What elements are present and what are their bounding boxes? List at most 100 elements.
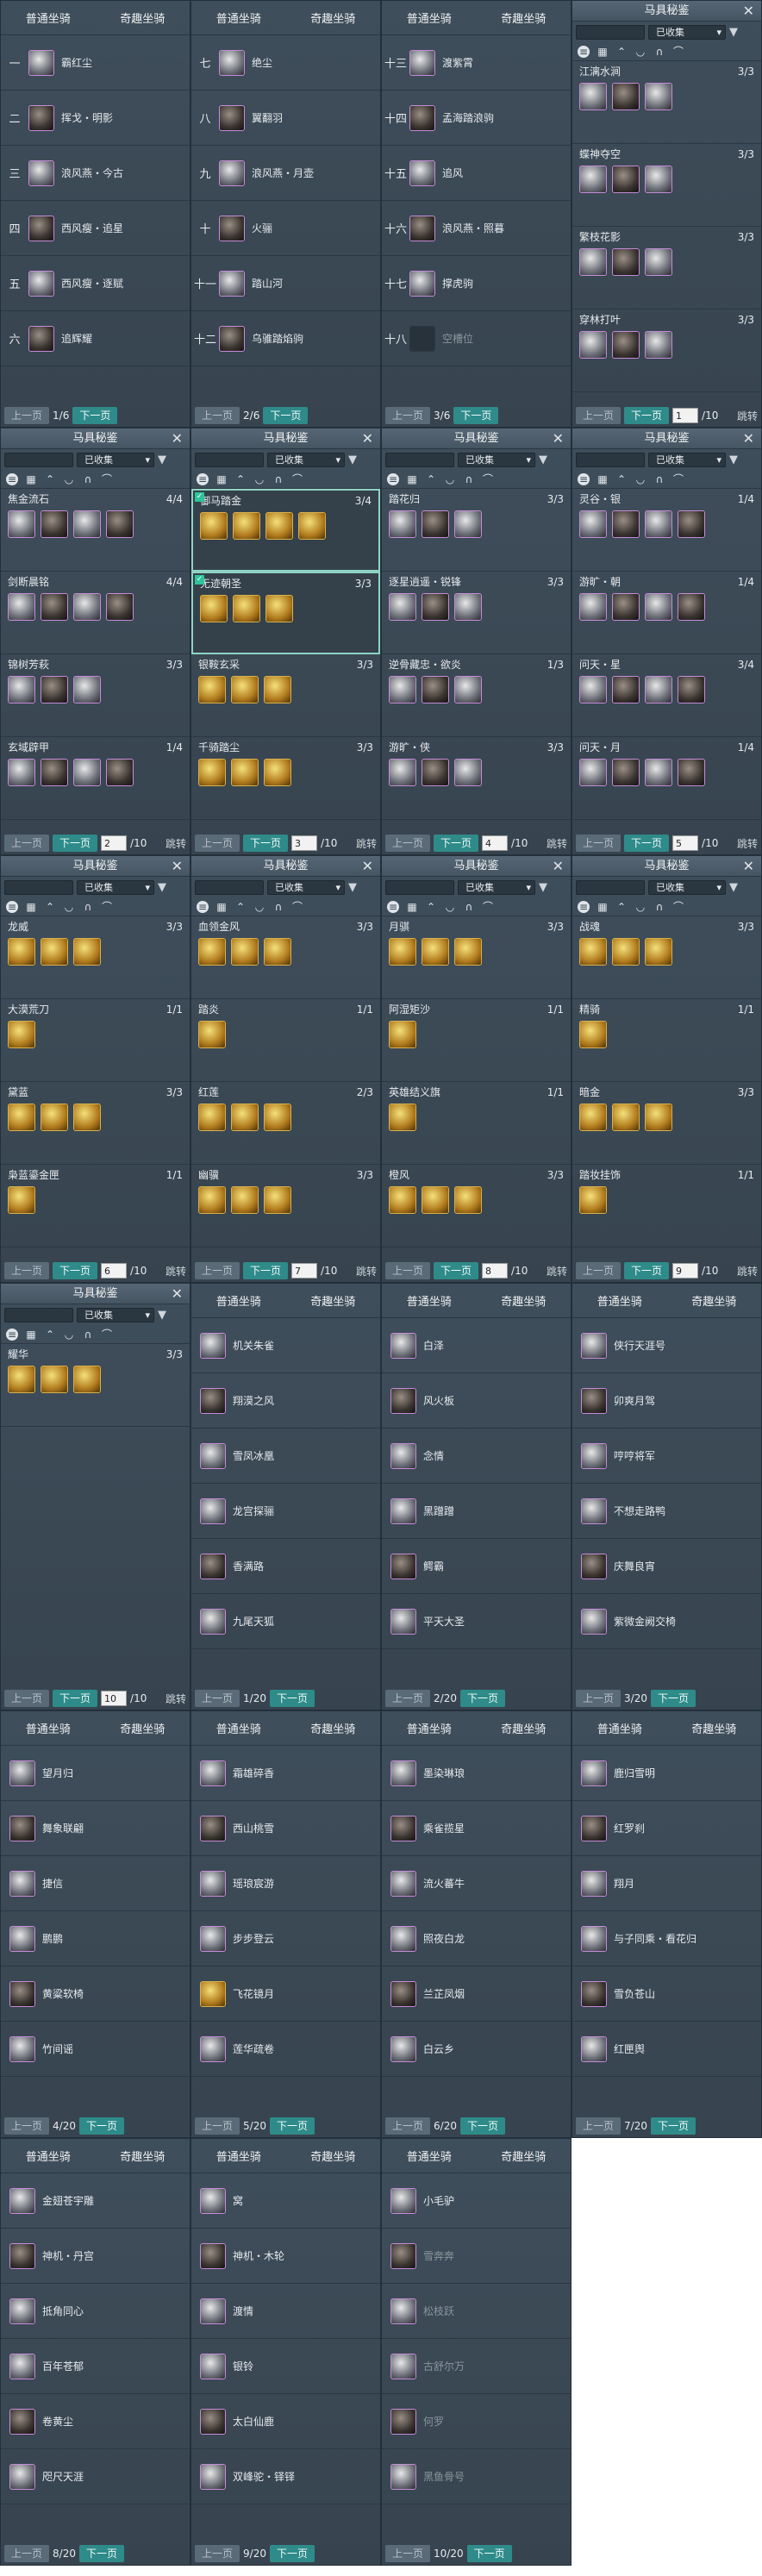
fun-mount-row[interactable]: 雪负苍山 xyxy=(572,1966,761,2022)
fun-mount-row[interactable]: 咫尺天涯 xyxy=(1,2449,190,2504)
fun-mount-row[interactable]: 西山桃雪 xyxy=(191,1801,380,1856)
gear-item-icon[interactable] xyxy=(389,1104,416,1131)
category-icon[interactable]: ▦ xyxy=(406,473,418,485)
tab-fun-mounts[interactable]: 奇趣坐骑 xyxy=(496,2148,551,2164)
gear-set-row[interactable]: 踏花归 3/3 xyxy=(382,489,571,572)
gear-set-row[interactable]: 逐星逍遥・锐锋 3/3 xyxy=(382,572,571,654)
gear-item-icon[interactable] xyxy=(389,593,416,621)
gear-set-row[interactable]: 阿湿矩沙 1/1 xyxy=(382,999,571,1082)
category-icon[interactable]: ▦ xyxy=(25,1329,37,1341)
tab-normal-mounts[interactable]: 普通坐骑 xyxy=(211,1720,266,1736)
gear-item-icon[interactable] xyxy=(198,938,226,966)
gear-item-icon[interactable] xyxy=(579,166,607,193)
jump-button[interactable]: 跳转 xyxy=(547,1264,567,1279)
fun-mount-row[interactable]: 墨染琳琅 xyxy=(382,1746,571,1801)
next-page-button[interactable]: 下一页 xyxy=(459,2117,505,2135)
gear-set-row[interactable]: 焦金流石 4/4 xyxy=(1,489,190,572)
gear-search-input[interactable] xyxy=(195,879,264,895)
gear-item-icon[interactable] xyxy=(233,512,260,540)
fun-mount-row[interactable]: 百年苍郁 xyxy=(1,2339,190,2394)
gear-item-icon[interactable] xyxy=(678,593,705,621)
fun-mount-row[interactable]: 不想走路鸭 xyxy=(572,1484,761,1539)
category-icon[interactable]: ≡ xyxy=(578,900,590,913)
category-icon[interactable]: ▦ xyxy=(596,473,609,485)
next-page-button[interactable]: 下一页 xyxy=(269,2117,315,2135)
gear-set-row[interactable]: 踏炎 1/1 xyxy=(191,999,380,1082)
fun-mount-row[interactable]: 舞象联翩 xyxy=(1,1801,190,1856)
gear-set-row[interactable]: 幽骥 3/3 xyxy=(191,1165,380,1247)
category-icon[interactable]: ⌃ xyxy=(44,901,56,913)
prev-page-button[interactable]: 上一页 xyxy=(385,1690,431,1707)
collected-filter-dropdown[interactable]: 已收集 xyxy=(458,879,535,895)
page-number-input[interactable]: 5 xyxy=(672,835,699,851)
gear-item-icon[interactable] xyxy=(106,759,134,786)
gear-set-row[interactable]: 灵谷・银 1/4 xyxy=(572,489,761,572)
next-page-button[interactable]: 下一页 xyxy=(263,407,309,424)
gear-item-icon[interactable] xyxy=(41,938,68,966)
category-icon[interactable]: ∩ xyxy=(272,473,284,485)
category-icon[interactable]: ∩ xyxy=(463,473,475,485)
close-icon[interactable]: ✕ xyxy=(172,856,183,877)
fun-mount-row[interactable]: 竹间谣 xyxy=(1,2022,190,2077)
fun-mount-row[interactable]: 风火板 xyxy=(382,1373,571,1429)
fun-mount-row[interactable]: 雪凤冰凰 xyxy=(191,1429,380,1484)
jump-button[interactable]: 跳转 xyxy=(166,1691,186,1706)
tab-normal-mounts[interactable]: 普通坐骑 xyxy=(211,9,266,26)
tab-fun-mounts[interactable]: 奇趣坐骑 xyxy=(305,9,360,26)
gear-item-icon[interactable] xyxy=(233,595,260,622)
gear-item-icon[interactable] xyxy=(41,759,68,786)
next-page-button[interactable]: 下一页 xyxy=(650,2117,696,2135)
gear-set-row[interactable]: 千骑踏尘 3/3 xyxy=(191,737,380,820)
gear-search-input[interactable] xyxy=(576,24,645,40)
next-page-button[interactable]: 下一页 xyxy=(624,1262,670,1279)
gear-item-icon[interactable] xyxy=(454,510,482,538)
next-page-button[interactable]: 下一页 xyxy=(243,835,289,852)
gear-item-icon[interactable] xyxy=(612,510,640,538)
prev-page-button[interactable]: 上一页 xyxy=(576,835,621,852)
fun-mount-row[interactable]: 何罗 xyxy=(382,2394,571,2449)
category-icon[interactable]: ⌃ xyxy=(425,901,437,913)
jump-button[interactable]: 跳转 xyxy=(737,1264,758,1279)
prev-page-button[interactable]: 上一页 xyxy=(576,1262,621,1279)
gear-set-row[interactable]: 江漓水涧 3/3 xyxy=(572,61,761,144)
category-icon[interactable]: ≡ xyxy=(387,900,399,913)
prev-page-button[interactable]: 上一页 xyxy=(385,2545,431,2562)
category-icon[interactable]: ◡ xyxy=(444,473,456,485)
tab-fun-mounts[interactable]: 奇趣坐骑 xyxy=(115,2148,170,2164)
gear-item-icon[interactable] xyxy=(579,1021,607,1048)
mount-row[interactable]: 二 挥戈・明影 xyxy=(1,91,190,146)
gear-item-icon[interactable] xyxy=(265,595,293,622)
category-icon[interactable]: ⌒ xyxy=(672,473,684,485)
fun-mount-row[interactable]: 抵角同心 xyxy=(1,2284,190,2339)
fun-mount-row[interactable]: 双峰驼・铎铎 xyxy=(191,2449,380,2504)
fun-mount-row[interactable]: 九尾天狐 xyxy=(191,1594,380,1649)
prev-page-button[interactable]: 上一页 xyxy=(195,2545,240,2562)
gear-item-icon[interactable] xyxy=(579,1186,607,1214)
filter-icon[interactable]: ▼ xyxy=(158,453,166,466)
gear-item-icon[interactable] xyxy=(579,1104,607,1131)
gear-item-icon[interactable] xyxy=(612,676,640,703)
gear-item-icon[interactable] xyxy=(8,1104,35,1131)
gear-item-icon[interactable] xyxy=(106,510,134,538)
close-icon[interactable]: ✕ xyxy=(172,1284,183,1304)
prev-page-button[interactable]: 上一页 xyxy=(576,2117,621,2135)
mount-row[interactable]: 九 浪风燕・月壶 xyxy=(191,146,380,201)
fun-mount-row[interactable]: 鹿归雪明 xyxy=(572,1746,761,1801)
category-icon[interactable]: ◡ xyxy=(253,473,265,485)
gear-item-icon[interactable] xyxy=(41,1104,68,1131)
jump-button[interactable]: 跳转 xyxy=(737,409,758,423)
close-icon[interactable]: ✕ xyxy=(743,428,754,449)
gear-item-icon[interactable] xyxy=(265,512,293,540)
fun-mount-row[interactable]: 乘雀揽星 xyxy=(382,1801,571,1856)
category-icon[interactable]: ≡ xyxy=(6,472,18,485)
gear-item-icon[interactable] xyxy=(106,593,134,621)
page-number-input[interactable]: 1 xyxy=(672,408,699,423)
collected-filter-dropdown[interactable]: 已收集 xyxy=(77,452,154,467)
category-icon[interactable]: ∩ xyxy=(82,473,94,485)
gear-item-icon[interactable] xyxy=(612,248,640,276)
jump-button[interactable]: 跳转 xyxy=(737,836,758,851)
fun-mount-row[interactable]: 卯爽月驾 xyxy=(572,1373,761,1429)
fun-mount-row[interactable]: 飞花镜月 xyxy=(191,1966,380,2022)
gear-item-icon[interactable] xyxy=(389,676,416,703)
prev-page-button[interactable]: 上一页 xyxy=(4,2545,50,2562)
